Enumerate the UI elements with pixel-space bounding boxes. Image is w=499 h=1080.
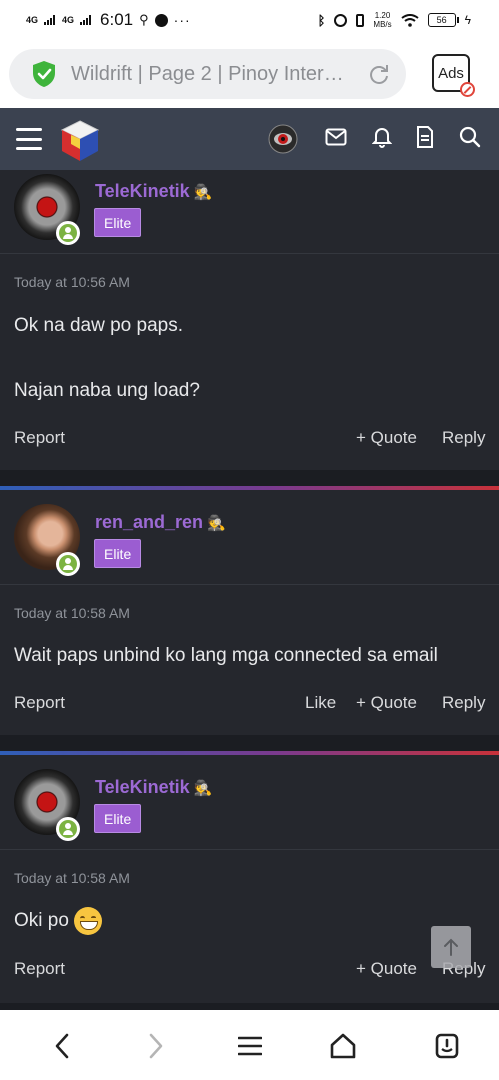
post-text-line: Wait paps unbind ko lang mga connected s…	[14, 645, 438, 666]
forward-icon[interactable]	[140, 1030, 172, 1062]
incognito-icon: 🕵	[193, 779, 213, 797]
online-status-icon	[56, 552, 80, 576]
post: TeleKinetik 🕵 Elite Today at 10:56 AM Ok…	[0, 170, 499, 470]
post-actions: Report + Quote Reply	[0, 428, 499, 452]
menu-lines-icon[interactable]	[234, 1030, 266, 1062]
vibrate-icon	[356, 13, 365, 27]
url-text: Wildrift | Page 2 | Pinoy Inter…	[71, 62, 344, 85]
site-logo[interactable]	[58, 119, 102, 163]
usb-icon: ⚲	[139, 12, 149, 27]
signal-icon	[44, 15, 56, 25]
online-status-icon	[56, 221, 80, 245]
report-link[interactable]: Report	[14, 693, 65, 713]
bluetooth-icon: ᛒ	[317, 12, 326, 28]
arrow-up-icon	[444, 938, 458, 956]
secure-shield-icon	[33, 61, 55, 87]
block-icon	[460, 82, 475, 97]
post-timestamp[interactable]: Today at 10:56 AM	[14, 274, 130, 290]
report-link[interactable]: Report	[14, 428, 65, 448]
quote-link[interactable]: + Quote	[356, 959, 417, 979]
signal-icon	[80, 15, 92, 25]
charging-icon: ϟ	[464, 13, 471, 27]
network-indicator: 4G	[26, 14, 39, 25]
search-icon[interactable]	[458, 125, 482, 149]
alarm-icon	[334, 13, 348, 27]
scroll-to-top-button[interactable]	[431, 926, 471, 968]
user-badge: Elite	[94, 208, 142, 237]
grinning-face-icon	[74, 907, 103, 935]
incognito-icon: 🕵	[207, 514, 226, 532]
post: ren_and_ren 🕵 Elite Today at 10:58 AM Wa…	[0, 490, 499, 735]
bell-icon[interactable]	[370, 125, 394, 149]
post-timestamp[interactable]: Today at 10:58 AM	[14, 605, 130, 621]
username[interactable]: TeleKinetik 🕵	[95, 777, 212, 798]
clock: 6:01	[100, 10, 134, 29]
wifi-icon	[401, 13, 419, 27]
like-link[interactable]: Like	[305, 693, 336, 713]
post-actions: Report Like + Quote Reply	[0, 693, 499, 717]
post-separator	[0, 470, 499, 486]
report-link[interactable]: Report	[14, 959, 65, 979]
mail-icon[interactable]	[324, 125, 348, 149]
home-icon[interactable]	[327, 1030, 359, 1062]
more-notifications-icon: ···	[173, 12, 191, 28]
post-text-line: Najan naba ung load?	[14, 380, 200, 401]
battery-icon: 56	[427, 13, 459, 27]
messenger-icon	[154, 13, 168, 27]
online-status-icon	[56, 817, 80, 841]
ad-block-label: Ads	[438, 64, 464, 82]
post-text-line: Ok na daw po paps.	[14, 315, 183, 336]
tabs-icon[interactable]	[431, 1030, 463, 1062]
browser-bottom-bar	[0, 1010, 499, 1080]
post-actions: Report + Quote Reply	[0, 959, 499, 983]
quote-link[interactable]: + Quote	[356, 428, 417, 448]
reload-icon[interactable]	[368, 63, 390, 85]
address-bar[interactable]: Wildrift | Page 2 | Pinoy Inter…	[9, 49, 406, 99]
menu-icon[interactable]	[16, 128, 42, 150]
user-badge: Elite	[94, 539, 142, 568]
document-icon[interactable]	[413, 125, 437, 149]
network-speed: 1.20 MB/s	[373, 11, 392, 29]
quote-link[interactable]: + Quote	[356, 693, 417, 713]
post-separator	[0, 735, 499, 751]
post-timestamp[interactable]: Today at 10:58 AM	[14, 870, 130, 886]
browser-toolbar: Wildrift | Page 2 | Pinoy Inter… Ads	[0, 40, 499, 108]
incognito-icon: 🕵	[193, 183, 213, 201]
reply-link[interactable]: Reply	[442, 428, 485, 448]
reply-link[interactable]: Reply	[442, 693, 485, 713]
post: TeleKinetik 🕵 Elite Today at 10:58 AM Ok…	[0, 755, 499, 1003]
ad-block-button[interactable]: Ads	[432, 54, 475, 97]
username[interactable]: TeleKinetik 🕵	[95, 181, 212, 202]
username[interactable]: ren_and_ren 🕵	[95, 512, 226, 533]
user-badge: Elite	[94, 804, 142, 833]
post-text-line: Oki po	[14, 907, 103, 935]
network-indicator-2: 4G	[62, 14, 75, 25]
status-bar: 4G 4G 6:01 ⚲ ··· ᛒ 1.20 MB/s 56 ϟ	[0, 0, 499, 40]
user-avatar[interactable]	[268, 124, 298, 154]
back-icon[interactable]	[46, 1030, 78, 1062]
